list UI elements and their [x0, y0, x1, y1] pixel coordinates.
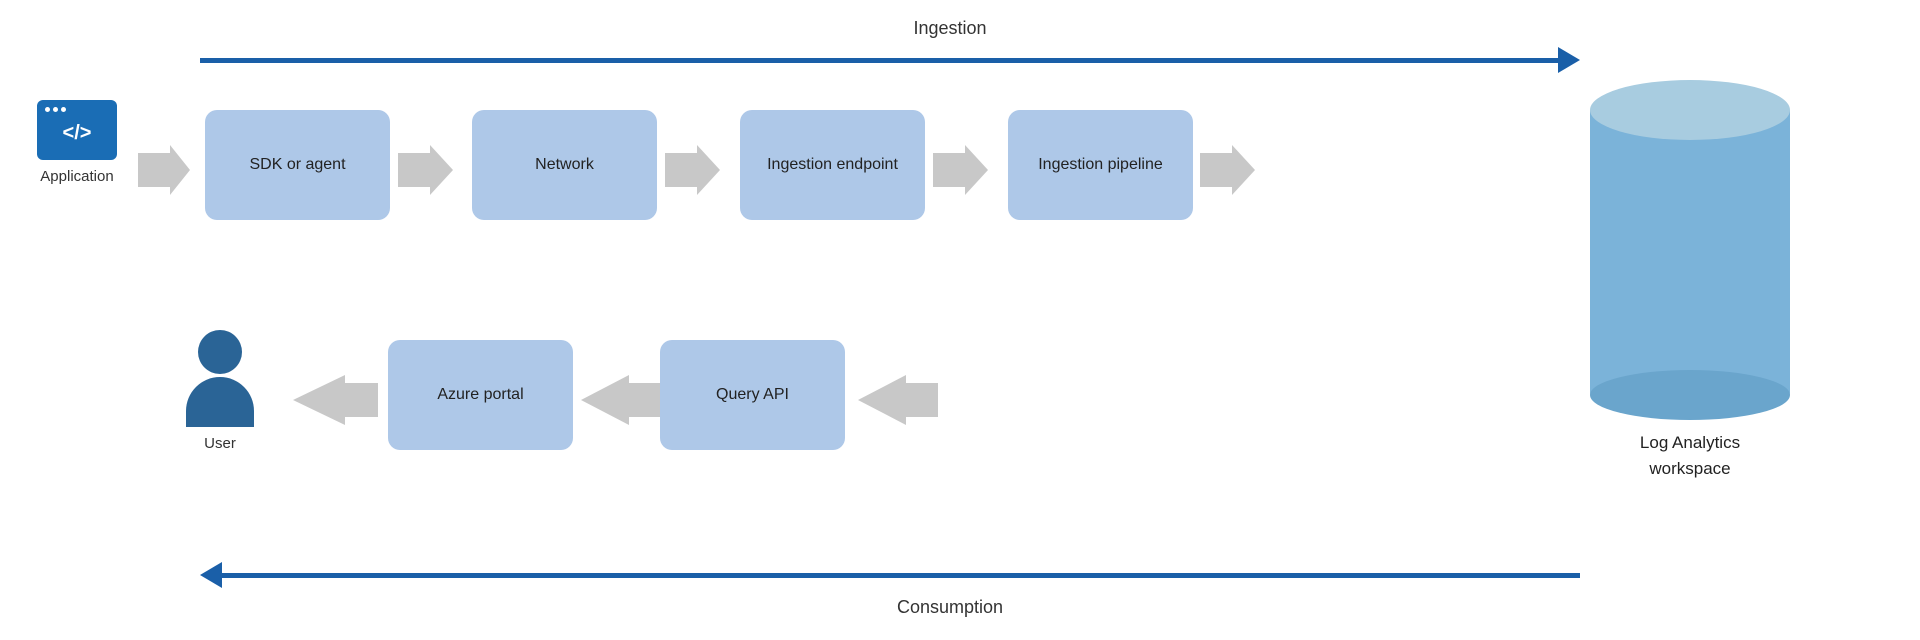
cylinder-bottom [1590, 370, 1790, 420]
user-body [186, 377, 254, 427]
log-analytics-cylinder-container: Log Analyticsworkspace [1580, 80, 1800, 481]
azure-portal-box: Azure portal [388, 340, 573, 450]
network-box: Network [472, 110, 657, 220]
arrow-queryapi-to-portal [581, 375, 661, 425]
arrow-sdk-to-network [398, 145, 463, 195]
ingestion-arrow-head [1558, 47, 1580, 73]
consumption-arrow-head [200, 562, 222, 588]
application-icon: </> [37, 100, 117, 160]
log-analytics-label: Log Analyticsworkspace [1640, 430, 1740, 481]
arrow-endpoint-to-pipeline [933, 145, 998, 195]
application-label: Application [40, 168, 113, 185]
consumption-arrow [200, 565, 1580, 585]
diagram-container: Ingestion </> Application SDK or agent N… [0, 0, 1920, 640]
application-icon-container: </> Application [22, 100, 132, 185]
user-container: User [175, 330, 265, 452]
arrow-network-to-endpoint [665, 145, 730, 195]
ingestion-arrow-line [200, 58, 1558, 63]
consumption-arrow-line [222, 573, 1580, 578]
cylinder-top [1590, 80, 1790, 140]
log-analytics-cylinder [1590, 80, 1790, 420]
user-label: User [204, 435, 236, 452]
dot2 [53, 107, 58, 112]
cylinder-body [1590, 110, 1790, 400]
arrow-app-to-sdk [138, 145, 198, 195]
arrow-portal-to-user [293, 375, 378, 425]
ingestion-endpoint-box: Ingestion endpoint [740, 110, 925, 220]
ingestion-arrow [200, 50, 1580, 70]
ingestion-label: Ingestion [600, 18, 1300, 39]
query-api-box: Query API [660, 340, 845, 450]
app-icon-code: </> [63, 122, 92, 145]
arrow-cylinder-to-queryapi [858, 375, 938, 425]
dot3 [61, 107, 66, 112]
user-head [198, 330, 242, 374]
sdk-agent-box: SDK or agent [205, 110, 390, 220]
arrow-pipeline-to-cylinder [1200, 145, 1265, 195]
dot1 [45, 107, 50, 112]
app-icon-dots [45, 107, 66, 112]
ingestion-pipeline-box: Ingestion pipeline [1008, 110, 1193, 220]
consumption-label: Consumption [600, 597, 1300, 618]
user-icon [186, 330, 254, 427]
